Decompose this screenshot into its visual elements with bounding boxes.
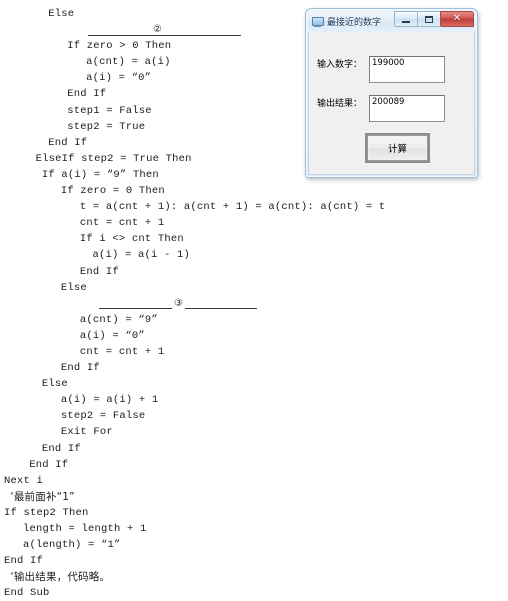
minimize-icon xyxy=(402,21,410,23)
code-line-text: ‘最前面补“1” xyxy=(10,490,75,503)
code-line-text: End If xyxy=(29,458,69,471)
code-line: step2 = False xyxy=(0,408,508,424)
code-line: Else xyxy=(0,376,508,392)
code-line: If zero = 0 Then xyxy=(0,183,508,199)
window-title: 最接近的数字 xyxy=(327,18,382,28)
code-line-text: Next i xyxy=(4,474,44,487)
code-line-text: a(i) = a(i) + 1 xyxy=(60,394,159,407)
code-line: ‘最前面补“1” xyxy=(0,489,508,505)
code-line: Next i xyxy=(0,473,508,489)
calculate-button[interactable]: 计算 xyxy=(367,135,428,161)
code-line-text: cnt = cnt + 1 xyxy=(79,345,165,358)
code-line-text: Else xyxy=(60,281,87,294)
application-window: 最接近的数字 ✕ 输入数字： 199000 输出结果： 200089 计算 xyxy=(305,8,478,178)
code-line: Exit For xyxy=(0,424,508,440)
close-button[interactable]: ✕ xyxy=(440,11,474,27)
marker-number: ③ xyxy=(172,297,186,309)
code-line-text: Else xyxy=(41,378,68,391)
code-line-text: step2 = True xyxy=(67,120,146,133)
code-line-text: a(cnt) = a(i) xyxy=(86,56,171,69)
output-result-field[interactable]: 200089 xyxy=(369,95,445,122)
code-line-text: If i <> cnt Then xyxy=(79,233,184,246)
code-line: ‘输出结果，代码略。 xyxy=(0,569,508,585)
code-line: cnt = cnt + 1 xyxy=(0,344,508,360)
code-line: If i <> cnt Then xyxy=(0,231,508,247)
code-line: a(length) = “1” xyxy=(0,537,508,553)
code-line: End If xyxy=(0,360,508,376)
code-line-text: End Sub xyxy=(4,587,50,600)
code-line: End Sub xyxy=(0,585,508,601)
code-line: t = a(cnt + 1): a(cnt + 1) = a(cnt): a(c… xyxy=(0,199,508,215)
code-line-text: Exit For xyxy=(60,426,113,439)
code-line-text: a(i) = a(i - 1) xyxy=(92,249,190,262)
maximize-icon xyxy=(425,15,433,23)
code-line-text: step2 = False xyxy=(60,410,146,423)
input-number-label: 输入数字： xyxy=(317,60,363,70)
code-line-text: If zero = 0 Then xyxy=(60,185,165,198)
code-line-text: End If xyxy=(4,555,44,568)
code-line-text: If a(i) = “9” Then xyxy=(41,168,159,181)
code-line-text: Else xyxy=(48,8,75,20)
code-line-text: length = length + 1 xyxy=(22,523,147,535)
code-line-text: step1 = False xyxy=(67,104,152,117)
code-line: a(i) = a(i) + 1 xyxy=(0,392,508,408)
code-line: length = length + 1 xyxy=(0,521,508,537)
code-line-text: ‘输出结果，代码略。 xyxy=(10,571,111,584)
code-line: End If xyxy=(0,457,508,473)
code-section-marker: ③ xyxy=(0,296,508,312)
code-line-text: a(i) = “0” xyxy=(79,329,145,342)
code-line-text: ElseIf step2 = True Then xyxy=(35,152,192,165)
code-line-text: End If xyxy=(41,442,81,455)
code-line: If step2 Then xyxy=(0,505,508,521)
code-line: End If xyxy=(0,441,508,457)
close-icon: ✕ xyxy=(452,13,462,24)
marker-rule xyxy=(88,34,241,36)
input-number-row: 输入数字： 199000 xyxy=(317,56,445,83)
code-line-text: If zero > 0 Then xyxy=(67,40,172,53)
code-line-text: cnt = cnt + 1 xyxy=(79,217,165,230)
window-controls: ✕ xyxy=(394,11,474,27)
input-number-field[interactable]: 199000 xyxy=(369,56,445,83)
marker-number: ② xyxy=(151,24,165,36)
code-line: End If xyxy=(0,553,508,569)
maximize-button[interactable] xyxy=(417,11,441,27)
code-line-text: If step2 Then xyxy=(4,506,89,519)
code-line-text: a(cnt) = “9” xyxy=(79,313,158,326)
code-line-text: End If xyxy=(60,362,100,375)
output-result-label: 输出结果： xyxy=(317,99,363,109)
code-line: a(i) = “0” xyxy=(0,328,508,344)
output-result-row: 输出结果： 200089 xyxy=(317,95,445,122)
code-line: a(cnt) = “9” xyxy=(0,312,508,328)
code-line-text: a(length) = “1” xyxy=(22,539,121,552)
window-title-bar[interactable]: 最接近的数字 ✕ xyxy=(308,11,475,32)
application-icon xyxy=(311,15,324,28)
minimize-button[interactable] xyxy=(394,11,418,27)
code-line-text: t = a(cnt + 1): a(cnt + 1) = a(cnt): a(c… xyxy=(79,201,386,214)
code-line: Else xyxy=(0,280,508,296)
code-line-text: End If xyxy=(79,265,119,278)
code-line: a(i) = a(i - 1) xyxy=(0,247,508,263)
code-line-text: a(i) = “0” xyxy=(86,72,152,85)
code-line-text: End If xyxy=(48,136,88,149)
dialog-client-area: 输入数字： 199000 输出结果： 200089 计算 xyxy=(308,32,475,175)
code-line-text: End If xyxy=(67,88,107,101)
code-line: End If xyxy=(0,264,508,280)
code-line: cnt = cnt + 1 xyxy=(0,215,508,231)
